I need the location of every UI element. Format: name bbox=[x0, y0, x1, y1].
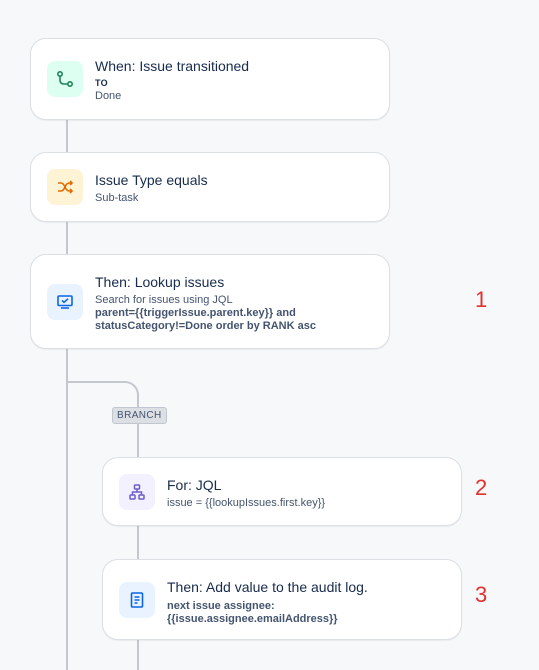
branch-badge: BRANCH bbox=[112, 407, 167, 424]
document-icon bbox=[119, 582, 155, 618]
shuffle-icon bbox=[47, 169, 83, 205]
lookup-jql-line-2: statusCategory!=Done order by RANK asc bbox=[95, 320, 316, 332]
for-jql-title: For: JQL bbox=[167, 477, 222, 493]
trigger-card[interactable]: When: Issue transitioned TO Done bbox=[30, 38, 390, 120]
for-jql-value: issue = {{lookupIssues.first.key}} bbox=[167, 497, 326, 509]
connector-line bbox=[137, 525, 139, 560]
connector-line bbox=[66, 119, 68, 153]
hierarchy-icon bbox=[119, 474, 155, 510]
lookup-jql-line-1: parent={{triggerIssue.parent.key}} and bbox=[95, 307, 296, 319]
condition-card[interactable]: Issue Type equals Sub-task bbox=[30, 152, 390, 222]
connector-line bbox=[137, 421, 139, 458]
audit-line-1: next issue assignee: bbox=[167, 600, 275, 612]
for-jql-card[interactable]: For: JQL issue = {{lookupIssues.first.ke… bbox=[102, 457, 462, 526]
audit-line-2: {{issue.assignee.emailAddress}} bbox=[167, 613, 338, 625]
automation-rule-canvas: When: Issue transitioned TO Done Issue T… bbox=[0, 0, 539, 670]
connector-line bbox=[137, 639, 139, 670]
trigger-title: When: Issue transitioned bbox=[95, 58, 250, 74]
lookup-title: Then: Lookup issues bbox=[95, 274, 225, 290]
annotation-marker-2: 2 bbox=[475, 475, 488, 500]
annotation-marker-3: 3 bbox=[475, 582, 488, 607]
condition-title: Issue Type equals bbox=[95, 172, 208, 188]
connector-line bbox=[66, 221, 68, 255]
trigger-to-label: TO bbox=[95, 78, 108, 88]
audit-title: Then: Add value to the audit log. bbox=[167, 579, 368, 595]
audit-log-card[interactable]: Then: Add value to the audit log. next i… bbox=[102, 559, 462, 640]
lookup-screen-icon bbox=[47, 284, 83, 320]
condition-value: Sub-task bbox=[95, 192, 139, 204]
lookup-description: Search for issues using JQL bbox=[95, 294, 233, 306]
annotation-marker-1: 1 bbox=[475, 287, 488, 312]
trigger-status-value: Done bbox=[95, 90, 122, 102]
transition-icon bbox=[47, 61, 83, 97]
lookup-issues-card[interactable]: Then: Lookup issues Search for issues us… bbox=[30, 254, 390, 349]
